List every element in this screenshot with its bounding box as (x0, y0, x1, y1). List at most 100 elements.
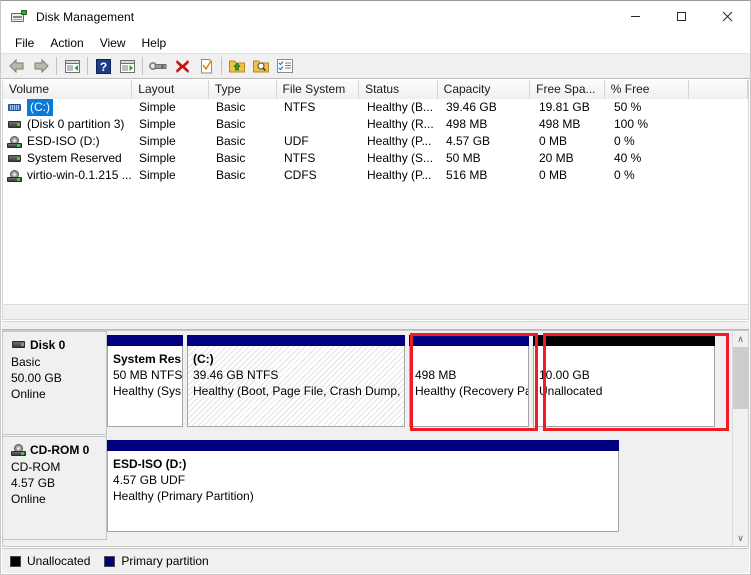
status-cell: Healthy (P... (367, 134, 432, 148)
partition-label-blank (539, 351, 710, 367)
partition-status: Healthy (Recovery Pa (415, 384, 529, 398)
status-cell: Healthy (P... (367, 168, 432, 182)
capacity-cell: 516 MB (446, 168, 488, 182)
table-row[interactable]: (C:) Simple Basic NTFS Healthy (B... 39.46 GB… (3, 99, 748, 116)
show-hide-console-tree-icon[interactable] (115, 55, 139, 77)
menu-item-action[interactable]: Action (42, 34, 91, 53)
disk-info-disk-0[interactable]: Disk 0 Basic 50.00 GB Online (3, 331, 107, 435)
partition-color-bar (409, 335, 529, 346)
partition-block[interactable]: 10.00 GB Unallocated (533, 335, 715, 427)
volume-list-hscrollbar[interactable] (3, 304, 748, 319)
partition-color-bar (187, 335, 405, 346)
volume-list-column-header-layout[interactable]: Layout (132, 80, 209, 99)
table-row[interactable]: virtio-win-0.1.215 ... Simple Basic CDFS Hea… (3, 167, 748, 184)
hard-disk-icon (7, 153, 23, 165)
menu-item-help[interactable]: Help (134, 34, 175, 53)
help-icon[interactable]: ? (91, 55, 115, 77)
disk-name: Disk 0 (30, 338, 66, 352)
graphical-disk-pane: Disk 0 Basic 50.00 GB Online System Res 50 MB… (2, 330, 749, 547)
partition-block[interactable]: (C:) 39.46 GB NTFS Healthy (Boot, Page Fil… (187, 335, 405, 427)
layout-cell: Simple (139, 100, 176, 114)
menu-item-file[interactable]: File (7, 34, 42, 53)
scroll-down-arrow-icon[interactable]: ∨ (733, 530, 748, 546)
export-list-icon[interactable] (225, 55, 249, 77)
disk-title: CD-ROM 0 (11, 443, 106, 457)
volume-list-column-header-status[interactable]: Status (359, 80, 438, 99)
back-arrow-icon[interactable] (5, 55, 29, 77)
toolbar-separator (87, 57, 88, 75)
minimize-button[interactable] (612, 1, 658, 32)
partition-label: ESD-ISO (D:) (113, 457, 187, 471)
capacity-cell: 498 MB (446, 117, 488, 131)
volume-list-column-header-free-spa[interactable]: Free Spa... (530, 80, 605, 99)
volume-list-column-header-capacity[interactable]: Capacity (437, 80, 531, 99)
rescan-disks-icon[interactable] (146, 55, 170, 77)
disk-panel-cd-rom-0: CD-ROM 0 CD-ROM 4.57 GB Online ESD-ISO (D:) 4… (3, 436, 737, 540)
disk-management-window: Disk Management File Action View Help ? … (0, 0, 751, 575)
title-bar[interactable]: Disk Management (1, 1, 750, 33)
close-button[interactable] (704, 1, 750, 32)
type-cell: Basic (216, 134, 246, 148)
partition-block[interactable]: 498 MB Healthy (Recovery Pa (409, 335, 529, 427)
volume-name: ESD-ISO (D:) (27, 134, 100, 148)
file-system-cell (278, 116, 361, 133)
volume-list-rows: (C:) Simple Basic NTFS Healthy (B... 39.46 GB… (3, 99, 748, 184)
table-row[interactable]: ESD-ISO (D:) Simple Basic UDF Healthy (P... 4… (3, 133, 748, 150)
file-system-cell: NTFS (284, 151, 316, 165)
disk-info-cd-rom-0[interactable]: CD-ROM 0 CD-ROM 4.57 GB Online (3, 436, 107, 540)
volume-cell: (C:) (3, 99, 133, 116)
volume-name: (Disk 0 partition 3) (27, 117, 125, 131)
partition-size: 10.00 GB (539, 368, 590, 382)
volume-list-column-header-file-system[interactable]: File System (276, 80, 360, 99)
hard-disk-icon (7, 119, 23, 131)
menu-item-view[interactable]: View (92, 34, 134, 53)
up-one-level-icon[interactable] (60, 55, 84, 77)
volume-list-column-header-blank[interactable] (689, 80, 748, 99)
volume-list-column-header-volume[interactable]: Volume (3, 80, 133, 99)
partition-status: Healthy (Sys (113, 384, 182, 398)
volume-list-column-header-type[interactable]: Type (208, 80, 277, 99)
partition-block[interactable]: System Res 50 MB NTFS Healthy (Sys (107, 335, 183, 427)
type-cell: Basic (216, 117, 246, 131)
volume-cell: virtio-win-0.1.215 ... (3, 167, 133, 184)
partition-color-bar (107, 440, 619, 451)
free-space-cell: 19.81 GB (539, 100, 590, 114)
toolbar-separator (142, 57, 143, 75)
window-controls (612, 1, 750, 32)
menu-bar: File Action View Help (1, 33, 750, 53)
volume-name: virtio-win-0.1.215 ... (27, 168, 132, 182)
toolbar-separator (56, 57, 57, 75)
volume-cell: ESD-ISO (D:) (3, 133, 133, 150)
legend-swatch-unallocated (10, 555, 21, 567)
status-cell: Healthy (S... (367, 151, 434, 165)
show-details-icon[interactable] (273, 55, 297, 77)
volume-list-column-header--free[interactable]: % Free (604, 80, 690, 99)
partition-block[interactable]: ESD-ISO (D:) 4.57 GB UDF Healthy (Primary … (107, 440, 619, 532)
free-space-cell: 0 MB (539, 168, 568, 182)
volume-cell: (Disk 0 partition 3) (3, 116, 133, 133)
partition-details: System Res 50 MB NTFS Healthy (Sys (107, 346, 183, 427)
partition-size: 4.57 GB UDF (113, 473, 186, 487)
properties-icon[interactable] (194, 55, 218, 77)
maximize-button[interactable] (658, 1, 704, 32)
cd-rom-icon (7, 135, 23, 148)
window-title: Disk Management (36, 10, 135, 24)
search-folder-icon[interactable] (249, 55, 273, 77)
table-row[interactable]: System Reserved Simple Basic NTFS Healthy (S… (3, 150, 748, 167)
disk-type: Basic (11, 355, 41, 369)
partition-color-bar (107, 335, 183, 346)
pane-splitter[interactable] (2, 321, 749, 330)
legend-label-primary-partition: Primary partition (121, 554, 209, 568)
scroll-up-arrow-icon[interactable]: ∧ (733, 331, 748, 347)
forward-arrow-icon[interactable] (29, 55, 53, 77)
hard-disk-selected-icon (7, 102, 23, 114)
scrollbar-thumb[interactable] (733, 347, 748, 409)
delete-icon[interactable] (170, 55, 194, 77)
layout-cell: Simple (139, 134, 176, 148)
table-row[interactable]: (Disk 0 partition 3) Simple Basic Healthy (… (3, 116, 748, 133)
capacity-cell: 39.46 GB (446, 100, 497, 114)
cd-rom-icon (7, 169, 23, 182)
graphical-pane-vscrollbar[interactable]: ∧ ∨ (732, 331, 748, 546)
disk-status: Online (11, 492, 46, 506)
disk-title: Disk 0 (11, 338, 106, 352)
